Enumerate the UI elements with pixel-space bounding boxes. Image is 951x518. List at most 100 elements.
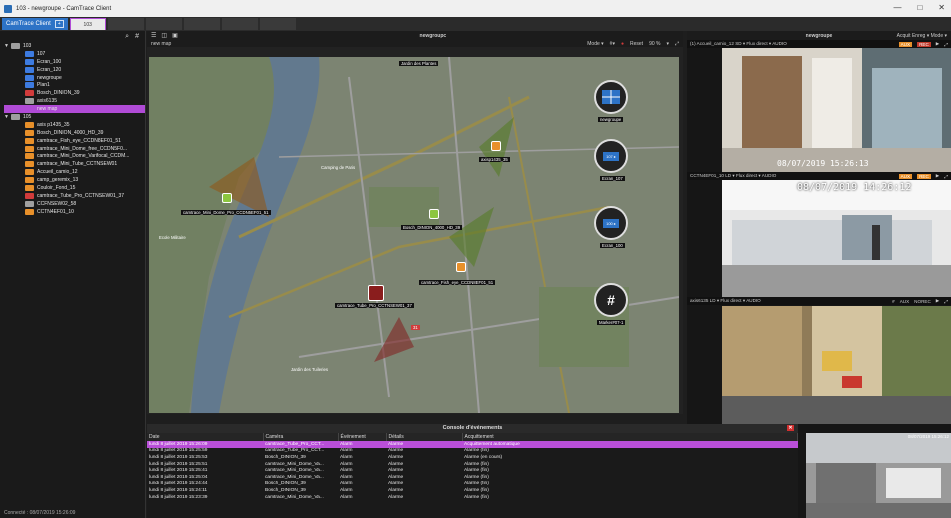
- video-2-feed[interactable]: 08/07/2019 14:26:12: [722, 180, 951, 297]
- event-row[interactable]: lundi 8 juillet 2019 15:26:09 camtrace_Tu…: [147, 441, 798, 448]
- zoom-level[interactable]: 90 %: [649, 41, 660, 47]
- norec-badge[interactable]: NOREC: [914, 299, 931, 304]
- event-row[interactable]: lundi 8 juillet 2019 15:25:41 camtrace_Mi…: [147, 467, 798, 474]
- tree-item[interactable]: ▼ 103: [4, 42, 145, 50]
- play-icon[interactable]: ▶: [936, 298, 940, 304]
- tree-item[interactable]: camtrace_Tube_Pro_CCTNSEW01_37: [4, 192, 145, 200]
- video-3-feed[interactable]: [722, 306, 951, 424]
- search-icon[interactable]: ⌕: [125, 33, 129, 41]
- tab-103[interactable]: 103: [69, 18, 106, 30]
- tab-5[interactable]: [221, 18, 258, 30]
- tree-item[interactable]: Bosch_DINION_39: [4, 89, 145, 97]
- video-wall-actions[interactable]: Acquit Enreg ▾ Mode ▾: [897, 33, 947, 39]
- tree-item[interactable]: CCTN4EF01_10: [4, 208, 145, 216]
- tree-item[interactable]: ▼ 105: [4, 113, 145, 121]
- square-icon[interactable]: ▣: [172, 32, 178, 39]
- tab-6[interactable]: [259, 18, 296, 30]
- close-icon[interactable]: ✕: [938, 3, 945, 12]
- city-map[interactable]: Jardin des Plantes Camping de Paris Ecol…: [149, 57, 679, 413]
- camera-marker-alarm[interactable]: [368, 285, 384, 301]
- camera-orange-icon: [25, 145, 34, 152]
- grid-toggle-icon[interactable]: #: [135, 33, 139, 40]
- tree-item[interactable]: camtrace_Mini_Dome_Varifocal_CCDM...: [4, 152, 145, 160]
- aux-badge[interactable]: AUX: [898, 41, 913, 47]
- event-row[interactable]: lundi 8 juillet 2019 15:25:53 Bosch_DINIO…: [147, 454, 798, 461]
- tree-item[interactable]: camtrace_Mini_Tube_CCTNSEW01: [4, 160, 145, 168]
- mode-dropdown[interactable]: Mode ▾: [587, 41, 603, 47]
- camera-marker[interactable]: [456, 262, 466, 272]
- video-3-source[interactable]: axis6135 LD ▾ Flux direct ▾ AUDIO: [690, 298, 761, 304]
- tree-item[interactable]: Ecran_100: [4, 58, 145, 66]
- add-tab-icon[interactable]: +: [54, 20, 64, 28]
- tree-item[interactable]: Plan1: [4, 81, 145, 89]
- rec-badge[interactable]: REC: [917, 173, 931, 179]
- event-row[interactable]: lundi 8 juillet 2019 15:25:04 camtrace_Mi…: [147, 474, 798, 481]
- tree-item[interactable]: camp_geremix_13: [4, 176, 145, 184]
- video-1-feed[interactable]: 08/07/2019 15:26:13: [722, 48, 951, 172]
- col-ack[interactable]: Acquittement: [462, 433, 798, 441]
- camera-marker[interactable]: [491, 141, 501, 151]
- grid-dropdown[interactable]: #▾: [610, 41, 615, 47]
- video-1-controls: AUX REC ▶ ⤢: [898, 41, 948, 47]
- rec-badge[interactable]: REC: [917, 41, 931, 47]
- video-1-source[interactable]: (1) Accueil_camio_12 SD ▾ Flux direct ▾ …: [690, 41, 787, 47]
- brand-menu-button[interactable]: CamTrace Client +: [2, 18, 68, 30]
- event-row[interactable]: lundi 8 juillet 2019 15:24:44 Bosch_DINIO…: [147, 481, 798, 488]
- event-cell: Alarme: [388, 474, 404, 480]
- col-event[interactable]: Événement: [338, 433, 387, 441]
- video-2-source[interactable]: CCTN4EF01_10 LD ▾ Flux direct ▾ AUDIO: [690, 173, 776, 179]
- link-marker[interactable]: #: [594, 283, 628, 317]
- link-ecran-107[interactable]: 107 ▸: [594, 139, 628, 173]
- event-row[interactable]: lundi 8 juillet 2019 15:25:51 camtrace_Mi…: [147, 461, 798, 468]
- tree-item[interactable]: Couloir_Fond_15: [4, 184, 145, 192]
- col-date[interactable]: Date: [147, 433, 264, 441]
- expand-arrow-icon[interactable]: ▼: [4, 114, 11, 120]
- list-icon[interactable]: ☰: [151, 32, 156, 39]
- expand-icon[interactable]: ⤢: [944, 174, 948, 179]
- tree-item-label: Bosch_DINION_4000_HD_39: [37, 129, 104, 136]
- camera-marker[interactable]: [222, 193, 232, 203]
- play-icon[interactable]: ▶: [936, 173, 940, 179]
- tree-item[interactable]: newgroupe: [4, 74, 145, 82]
- camera-marker[interactable]: [429, 209, 439, 219]
- expand-icon[interactable]: ⤢: [944, 42, 948, 47]
- zoom-dropdown-icon[interactable]: ▾: [666, 41, 669, 47]
- tree-item[interactable]: axis6135: [4, 97, 145, 105]
- tree-item[interactable]: 107: [4, 50, 145, 58]
- reset-button[interactable]: Reset: [630, 41, 643, 47]
- event-row[interactable]: lundi 8 juillet 2019 15:23:39 camtrace_Mi…: [147, 494, 798, 501]
- view-title: newgroupc: [419, 32, 447, 39]
- minimize-icon[interactable]: —: [893, 3, 901, 12]
- tree-item[interactable]: new map: [4, 105, 145, 114]
- tree-item[interactable]: Bosch_DINION_4000_HD_39: [4, 129, 145, 137]
- tree-item[interactable]: camtrace_Fish_eye_CCDN8EF01_51: [4, 137, 145, 145]
- marker-badge[interactable]: 31: [411, 325, 420, 330]
- aux-badge[interactable]: AUX: [900, 299, 909, 304]
- col-details[interactable]: Détails: [386, 433, 463, 441]
- expand-icon[interactable]: ⤢: [944, 299, 948, 304]
- tree-item[interactable]: Accueil_camio_12: [4, 168, 145, 176]
- tab-3[interactable]: [145, 18, 182, 30]
- event-row[interactable]: lundi 8 juillet 2019 15:25:59 camtrace_Tu…: [147, 448, 798, 455]
- layout-icon[interactable]: ◫: [161, 32, 167, 39]
- aux-badge[interactable]: AUX: [898, 173, 913, 179]
- play-icon[interactable]: ▶: [936, 41, 940, 47]
- hash-icon[interactable]: #: [892, 299, 895, 304]
- event-row[interactable]: lundi 8 juillet 2019 15:24:11 Bosch_DINIO…: [147, 487, 798, 494]
- maximize-icon[interactable]: □: [917, 3, 922, 12]
- tree-item[interactable]: camtrace_Mini_Dome_free_CCDN5F0...: [4, 145, 145, 153]
- event-thumbnail[interactable]: 08/07/2019 15:26:12: [806, 433, 951, 518]
- fullscreen-icon[interactable]: ⤢: [675, 41, 679, 47]
- link-newgroupe[interactable]: [594, 80, 628, 114]
- tree-item[interactable]: axis p1435_35: [4, 121, 145, 129]
- link-ecran-100[interactable]: 100 ▸: [594, 206, 628, 240]
- tree-item[interactable]: CCFNSEW02_58: [4, 200, 145, 208]
- event-cell: Alarme: [388, 448, 404, 454]
- expand-arrow-icon[interactable]: ▼: [4, 43, 11, 49]
- col-camera[interactable]: Caméra: [263, 433, 339, 441]
- tree-item[interactable]: Ecran_120: [4, 66, 145, 74]
- alarm-icon[interactable]: ●: [621, 41, 624, 47]
- close-icon[interactable]: ✕: [787, 425, 794, 431]
- tab-4[interactable]: [183, 18, 220, 30]
- tab-2[interactable]: [107, 18, 144, 30]
